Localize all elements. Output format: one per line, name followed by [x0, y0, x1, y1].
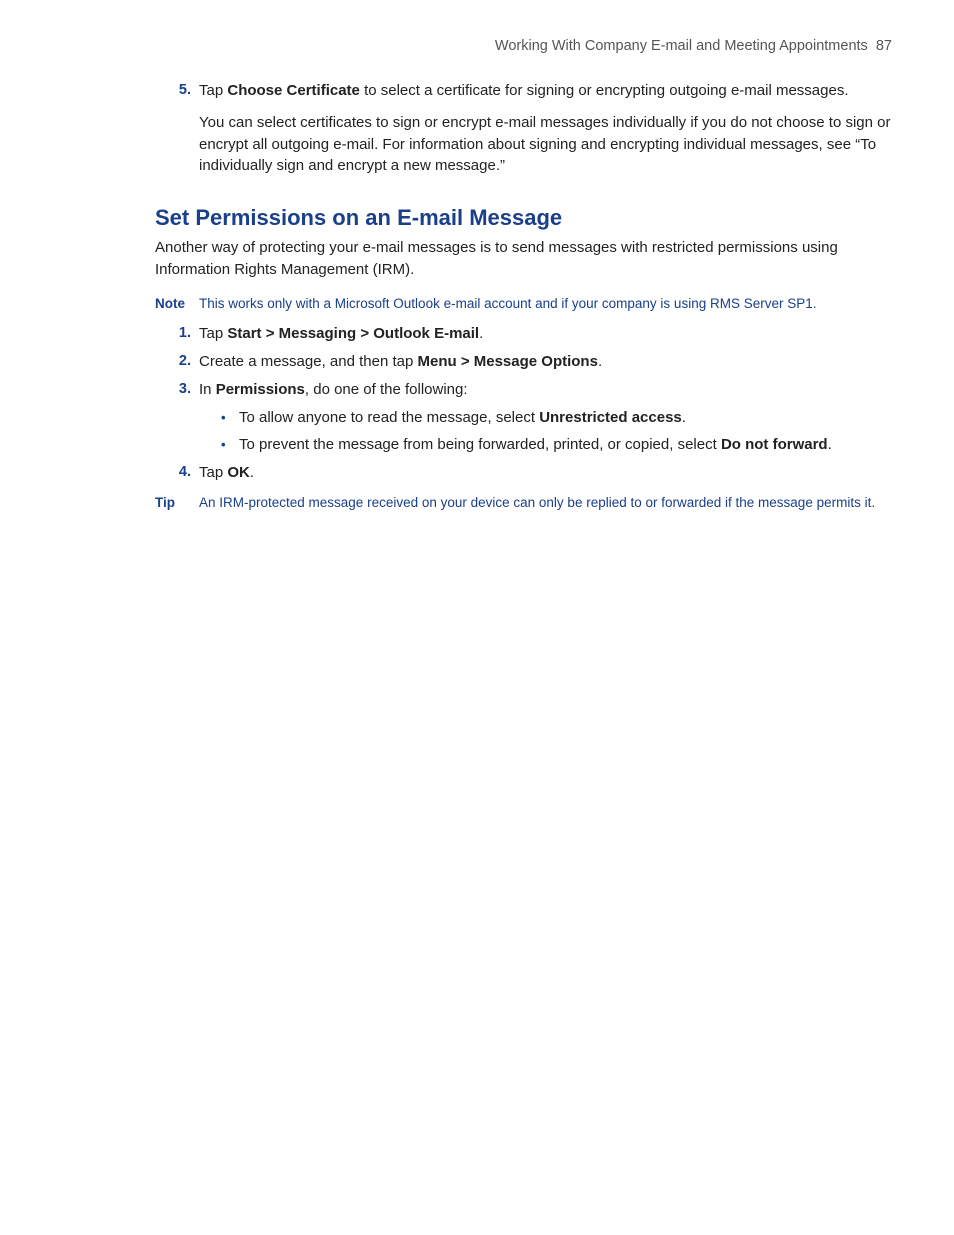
text-run: In — [199, 381, 216, 398]
tip-text: An IRM-protected message received on you… — [199, 494, 894, 513]
sub-bullet-list: • To allow anyone to read the message, s… — [221, 407, 894, 457]
text-run: , do one of the following: — [305, 381, 468, 398]
bullet-icon: • — [221, 407, 239, 429]
step-number: 4. — [155, 462, 199, 484]
chapter-title: Working With Company E-mail and Meeting … — [495, 38, 868, 54]
text-run: . — [479, 325, 483, 342]
tip-label: Tip — [155, 494, 199, 513]
step-number: 3. — [155, 379, 199, 401]
step-number: 1. — [155, 323, 199, 345]
page-number: 87 — [876, 38, 892, 54]
text-run: Create a message, and then tap — [199, 353, 417, 370]
step-5: 5. Tap Choose Certificate to select a ce… — [155, 80, 894, 102]
text-run: . — [828, 436, 832, 453]
tip-callout: Tip An IRM-protected message received on… — [155, 494, 894, 513]
text-run: To prevent the message from being forwar… — [239, 436, 721, 453]
step-body: Tap Choose Certificate to select a certi… — [199, 80, 894, 102]
bullet-body: To allow anyone to read the message, sel… — [239, 407, 686, 429]
step-number: 5. — [155, 80, 199, 102]
step-1: 1. Tap Start > Messaging > Outlook E-mai… — [155, 323, 894, 345]
text-run: to select a certificate for signing or e… — [360, 82, 849, 99]
text-run: To allow anyone to read the message, sel… — [239, 409, 539, 426]
text-run: Tap — [199, 464, 227, 481]
text-run: . — [682, 409, 686, 426]
permissions-step-list-cont: 4. Tap OK. — [155, 462, 894, 484]
document-page: Working With Company E-mail and Meeting … — [0, 0, 954, 513]
text-run: . — [250, 464, 254, 481]
step-2: 2. Create a message, and then tap Menu >… — [155, 351, 894, 373]
step-3: 3. In Permissions, do one of the followi… — [155, 379, 894, 401]
sub-bullet-1: • To allow anyone to read the message, s… — [221, 407, 894, 429]
note-callout: Note This works only with a Microsoft Ou… — [155, 295, 894, 314]
step-body: Tap Start > Messaging > Outlook E-mail. — [199, 323, 894, 345]
intro-paragraph: Another way of protecting your e-mail me… — [155, 237, 894, 281]
bold-run: Unrestricted access — [539, 409, 682, 426]
step-number: 2. — [155, 351, 199, 373]
section-heading: Set Permissions on an E-mail Message — [155, 205, 894, 231]
bold-run: Start > Messaging > Outlook E-mail — [227, 325, 479, 342]
bold-run: OK — [227, 464, 250, 481]
text-run: . — [598, 353, 602, 370]
sub-bullet-2: • To prevent the message from being forw… — [221, 434, 894, 456]
text-run: Tap — [199, 325, 227, 342]
bullet-body: To prevent the message from being forwar… — [239, 434, 832, 456]
bold-run: Do not forward — [721, 436, 828, 453]
note-text: This works only with a Microsoft Outlook… — [199, 295, 894, 314]
bold-run: Permissions — [216, 381, 305, 398]
step-body: Create a message, and then tap Menu > Me… — [199, 351, 894, 373]
bold-run: Menu > Message Options — [417, 353, 597, 370]
step-5-subpara: You can select certificates to sign or e… — [199, 112, 894, 177]
bold-run: Choose Certificate — [227, 82, 360, 99]
permissions-step-list: 1. Tap Start > Messaging > Outlook E-mai… — [155, 323, 894, 400]
step-body: In Permissions, do one of the following: — [199, 379, 894, 401]
page-header: Working With Company E-mail and Meeting … — [155, 38, 894, 54]
note-label: Note — [155, 295, 199, 314]
step-body: Tap OK. — [199, 462, 894, 484]
text-run: Tap — [199, 82, 227, 99]
step-4: 4. Tap OK. — [155, 462, 894, 484]
top-step-list: 5. Tap Choose Certificate to select a ce… — [155, 80, 894, 102]
bullet-icon: • — [221, 434, 239, 456]
